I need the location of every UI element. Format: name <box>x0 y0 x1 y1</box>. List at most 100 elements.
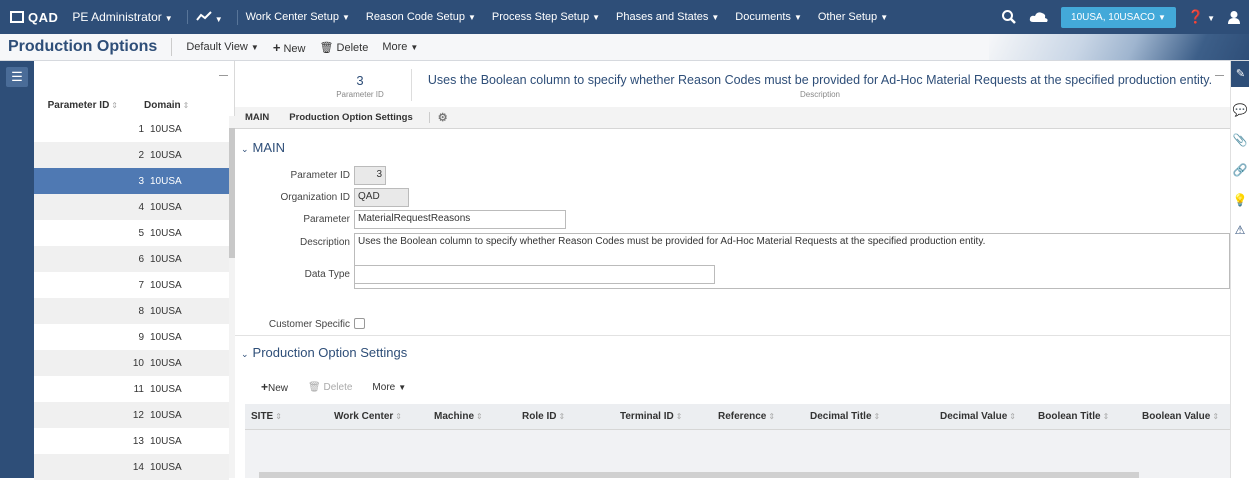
column-header-work-center[interactable]: Work Center ⇕ <box>334 411 402 422</box>
list-row-parameter-id: 13 <box>132 435 144 447</box>
list-row[interactable]: 4 10USA <box>34 194 229 220</box>
section-production-option-settings[interactable]: ⌄ Production Option Settings <box>241 345 407 360</box>
list-row-domain: 10USA <box>150 123 182 135</box>
list-row[interactable]: 3 10USA <box>34 168 229 194</box>
parameter-field[interactable]: MaterialRequestReasons <box>354 210 566 229</box>
settings-grid-body <box>245 430 1230 478</box>
page-title: Production Options <box>0 38 173 56</box>
column-label: Machine <box>434 411 475 422</box>
list-row[interactable]: 11 10USA <box>34 376 229 402</box>
section-main[interactable]: ⌄ MAIN <box>241 140 285 155</box>
tab-production-option-settings[interactable]: Production Option Settings <box>279 112 430 123</box>
list-row[interactable]: 14 10USA <box>34 454 229 480</box>
domain-selector[interactable]: 10USA, 10USACO ▼ <box>1061 6 1176 28</box>
parameter-id-label: Parameter ID <box>290 170 350 181</box>
cloud-icon[interactable] <box>1029 10 1049 24</box>
search-icon[interactable] <box>1001 9 1017 25</box>
edit-icon[interactable]: ✎ <box>1231 61 1249 87</box>
sort-icon: ⇕ <box>275 412 282 421</box>
top-navigation-bar: QAD PE Administrator ▼ ▼ Work Center Setu… <box>0 0 1249 34</box>
description-label: Description <box>299 237 350 248</box>
menu-other-setup[interactable]: Other Setup ▼ <box>810 11 896 23</box>
menu-phases-and-states[interactable]: Phases and States ▼ <box>608 11 727 23</box>
parameter-id-field[interactable]: 3 <box>354 166 386 185</box>
grid-new-button[interactable]: +New <box>261 380 288 394</box>
qad-logo[interactable]: QAD <box>0 10 58 25</box>
list-row[interactable]: 8 10USA <box>34 298 229 324</box>
column-header-parameter-id[interactable]: Parameter ID ⇕ <box>34 100 124 111</box>
data-type-field[interactable] <box>354 265 715 284</box>
menu-documents[interactable]: Documents ▼ <box>727 11 810 23</box>
help-menu[interactable]: ❓ ▼ <box>1188 9 1215 25</box>
list-row[interactable]: 7 10USA <box>34 272 229 298</box>
menu-process-step-setup[interactable]: Process Step Setup ▼ <box>484 11 608 23</box>
tab-main[interactable]: MAIN <box>235 112 279 123</box>
list-row[interactable]: 9 10USA <box>34 324 229 350</box>
new-label: New <box>283 42 306 55</box>
grid-more-button[interactable]: More ▼ <box>372 382 406 393</box>
help-icon: ❓ <box>1187 9 1205 24</box>
column-header-machine[interactable]: Machine ⇕ <box>434 411 483 422</box>
trash-icon: 🗑 <box>308 381 321 393</box>
column-header-decimal-value[interactable]: Decimal Value ⇕ <box>940 411 1016 422</box>
minimize-icon[interactable] <box>219 75 228 76</box>
column-header-reference[interactable]: Reference ⇕ <box>718 411 775 422</box>
grid-new-label: New <box>268 383 289 394</box>
comment-icon[interactable]: 💬 <box>1231 103 1249 117</box>
list-row-domain: 10USA <box>150 305 182 317</box>
column-header-decimal-title[interactable]: Decimal Title ⇕ <box>810 411 880 422</box>
new-button[interactable]: + New <box>273 40 306 55</box>
list-row[interactable]: 2 10USA <box>34 142 229 168</box>
customer-specific-checkbox[interactable] <box>354 318 365 329</box>
caret-down-icon: ▼ <box>410 43 419 52</box>
list-row[interactable]: 13 10USA <box>34 428 229 454</box>
list-row-parameter-id: 7 <box>138 279 144 291</box>
list-row[interactable]: 5 10USA <box>34 220 229 246</box>
attachment-icon[interactable]: 📎 <box>1231 133 1249 147</box>
delete-label: Delete <box>336 41 369 54</box>
organization-id-field[interactable]: QAD <box>354 188 409 207</box>
column-header-role-id[interactable]: Role ID ⇕ <box>522 411 565 422</box>
list-row-parameter-id: 1 <box>138 123 144 135</box>
list-row[interactable]: 1 10USA <box>34 116 229 142</box>
link-icon[interactable]: 🔗 <box>1231 163 1249 177</box>
caret-down-icon: ▼ <box>793 13 802 22</box>
role-menu[interactable]: PE Administrator ▼ <box>64 10 188 24</box>
list-row-parameter-id: 9 <box>138 331 144 343</box>
view-label: Default View <box>186 41 248 53</box>
list-row[interactable]: 6 10USA <box>34 246 229 272</box>
list-row[interactable]: 12 10USA <box>34 402 229 428</box>
list-rows: 1 10USA 2 10USA 3 10USA 4 10USA 5 10USA 6 10USA 7 10U… <box>34 116 229 480</box>
chart-menu[interactable]: ▼ <box>188 9 238 25</box>
more-button[interactable]: More ▼ <box>382 41 418 53</box>
list-row[interactable]: 10 10USA <box>34 350 229 376</box>
user-icon[interactable] <box>1227 10 1241 24</box>
column-header-boolean-value[interactable]: Boolean Value ⇕ <box>1142 411 1219 422</box>
qad-logo-icon <box>10 11 24 23</box>
top-right-tools: 10USA, 10USACO ▼ ❓ ▼ <box>1001 0 1249 34</box>
list-toggle-icon[interactable]: ☰ <box>6 67 28 87</box>
page-toolbar: Production Options Default View ▼ + New 🗑… <box>0 34 1249 61</box>
lightbulb-icon[interactable]: 💡 <box>1231 193 1249 207</box>
sort-icon: ⇕ <box>182 100 190 110</box>
gear-icon[interactable]: ⚙ <box>438 111 448 124</box>
list-header: Parameter ID ⇕ Domain ⇕ <box>34 94 229 116</box>
column-header-domain[interactable]: Domain ⇕ <box>144 100 189 111</box>
column-header-terminal-id[interactable]: Terminal ID ⇕ <box>620 411 682 422</box>
grid-horizontal-scrollbar[interactable] <box>259 472 1139 478</box>
column-header-site[interactable]: SITE ⇕ <box>251 411 282 422</box>
list-row-parameter-id: 2 <box>138 149 144 161</box>
menu-reason-code-setup[interactable]: Reason Code Setup ▼ <box>358 11 484 23</box>
delete-button[interactable]: 🗑 Delete <box>319 41 368 54</box>
minimize-icon[interactable] <box>1215 75 1224 76</box>
view-selector[interactable]: Default View ▼ <box>186 41 258 53</box>
menu-work-center-setup[interactable]: Work Center Setup ▼ <box>238 11 358 23</box>
list-row-domain: 10USA <box>150 331 182 343</box>
header-description-label: Description <box>799 90 840 99</box>
list-row-domain: 10USA <box>150 279 182 291</box>
warning-icon[interactable]: ⚠ <box>1231 223 1249 237</box>
grid-delete-button[interactable]: 🗑 Delete <box>308 382 352 393</box>
header-label: Parameter ID <box>47 99 110 111</box>
column-label: Terminal ID <box>620 411 674 422</box>
column-header-boolean-title[interactable]: Boolean Title ⇕ <box>1038 411 1109 422</box>
